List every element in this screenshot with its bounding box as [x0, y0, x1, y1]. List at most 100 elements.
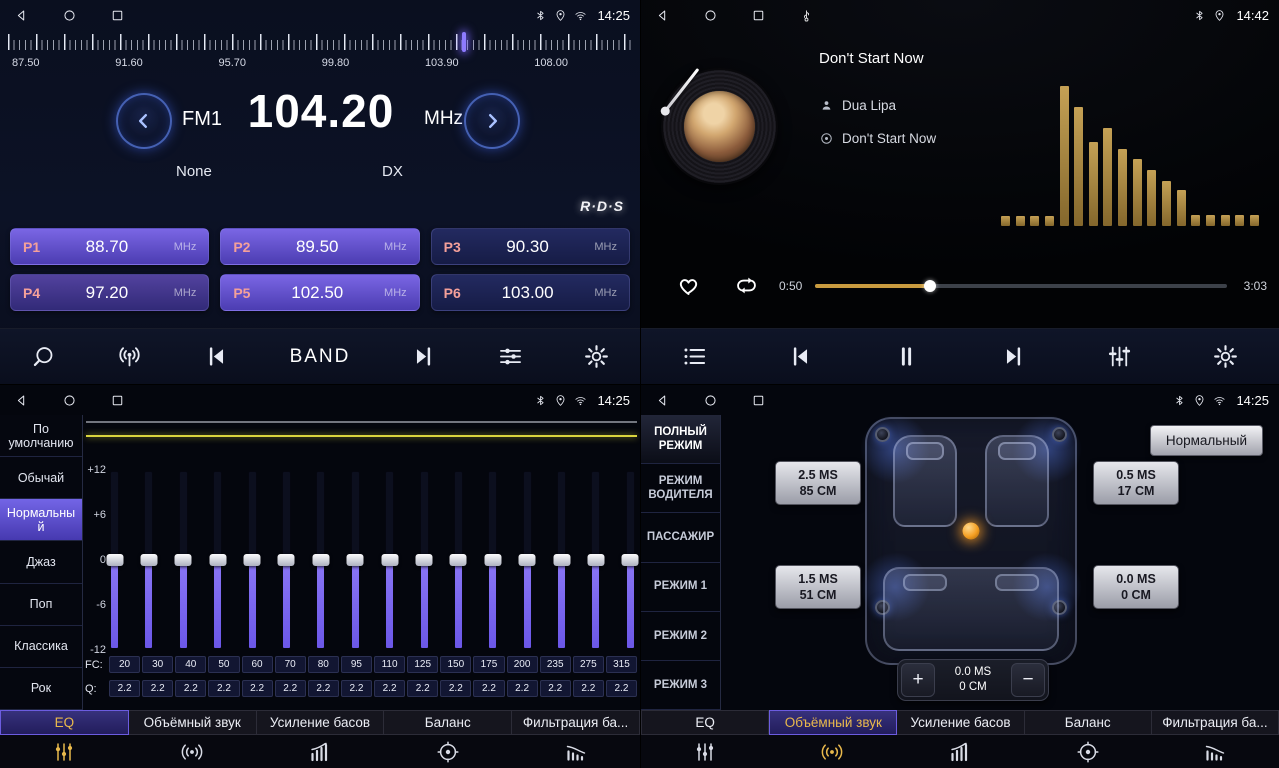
scan-button[interactable]: [30, 343, 57, 370]
eq-preset-item-4[interactable]: Поп: [0, 584, 82, 626]
seek-stations-button[interactable]: [116, 343, 143, 370]
rear-left-delay-button[interactable]: 1.5 MS51 CM: [775, 565, 861, 609]
repeat-button[interactable]: [733, 272, 760, 299]
preset-P2-button[interactable]: P289.50MHz: [220, 228, 419, 265]
tab-surround[interactable]: Объёмный звук: [129, 710, 257, 735]
soundfield-mode-4[interactable]: РЕЖИМ 2: [641, 612, 720, 661]
tab-bass[interactable]: Усиление басов: [257, 710, 385, 735]
tune-down-button[interactable]: [116, 93, 172, 149]
back-button[interactable]: [14, 8, 29, 23]
pause-button[interactable]: [893, 343, 920, 370]
settings-button[interactable]: [1212, 343, 1239, 370]
tab-eq[interactable]: EQ: [641, 710, 769, 735]
surround-tab-icon[interactable]: [769, 735, 897, 768]
playlist-button[interactable]: [681, 343, 708, 370]
tab-balance[interactable]: Баланс: [384, 710, 512, 735]
eq-slider-handle[interactable]: [175, 554, 192, 566]
eq-slider-handle[interactable]: [312, 554, 329, 566]
eq-slider-handle[interactable]: [244, 554, 261, 566]
band-button[interactable]: BAND: [290, 346, 351, 368]
eq-band-slider-20hz[interactable]: [110, 471, 119, 649]
preset-P6-button[interactable]: P6103.00MHz: [431, 274, 630, 311]
eq-band-slider-70hz[interactable]: [282, 471, 291, 649]
tab-surround[interactable]: Объёмный звук: [769, 710, 897, 735]
eq-band-slider-315hz[interactable]: [626, 471, 635, 649]
eq-preset-item-3[interactable]: Джаз: [0, 541, 82, 583]
back-button[interactable]: [655, 393, 670, 408]
recents-button[interactable]: [110, 393, 125, 408]
previous-track-button[interactable]: [787, 343, 814, 370]
next-station-button[interactable]: [410, 343, 437, 370]
back-button[interactable]: [14, 393, 29, 408]
home-button[interactable]: [62, 8, 77, 23]
eq-band-slider-125hz[interactable]: [420, 471, 429, 649]
eq-band-slider-235hz[interactable]: [557, 471, 566, 649]
balance-tab-icon[interactable]: [1024, 735, 1152, 768]
home-button[interactable]: [703, 393, 718, 408]
eq-slider-handle[interactable]: [519, 554, 536, 566]
tab-balance[interactable]: Баланс: [1025, 710, 1152, 735]
filter-tab-icon[interactable]: [1151, 735, 1279, 768]
filter-tab-icon[interactable]: [512, 735, 640, 768]
eq-slider-handle[interactable]: [622, 554, 639, 566]
tab-filter[interactable]: Фильтрация ба...: [512, 710, 640, 735]
soundfield-mode-2[interactable]: ПАССАЖИР: [641, 513, 720, 562]
home-button[interactable]: [703, 8, 718, 23]
soundfield-mode-3[interactable]: РЕЖИМ 1: [641, 563, 720, 612]
eq-band-slider-110hz[interactable]: [385, 471, 394, 649]
bass-tab-icon[interactable]: [896, 735, 1024, 768]
eq-tab-icon[interactable]: [641, 735, 769, 768]
eq-band-slider-80hz[interactable]: [316, 471, 325, 649]
eq-slider-handle[interactable]: [140, 554, 157, 566]
tab-eq[interactable]: EQ: [0, 710, 129, 735]
seek-bar[interactable]: [815, 284, 1227, 288]
delay-increase-button[interactable]: +: [901, 663, 935, 697]
eq-band-slider-275hz[interactable]: [591, 471, 600, 649]
recents-button[interactable]: [110, 8, 125, 23]
bass-tab-icon[interactable]: [256, 735, 384, 768]
eq-slider-handle[interactable]: [381, 554, 398, 566]
eq-preset-item-6[interactable]: Рок: [0, 668, 82, 710]
back-button[interactable]: [655, 8, 670, 23]
tab-filter[interactable]: Фильтрация ба...: [1152, 710, 1279, 735]
soundfield-mode-0[interactable]: ПОЛНЫЙ РЕЖИМ: [641, 415, 720, 464]
eq-slider-handle[interactable]: [278, 554, 295, 566]
soundfield-mode-1[interactable]: РЕЖИМ ВОДИТЕЛЯ: [641, 464, 720, 513]
eq-band-slider-200hz[interactable]: [523, 471, 532, 649]
recents-button[interactable]: [751, 393, 766, 408]
eq-band-slider-50hz[interactable]: [213, 471, 222, 649]
eq-band-slider-30hz[interactable]: [144, 471, 153, 649]
eq-slider-handle[interactable]: [106, 554, 123, 566]
settings-button[interactable]: [583, 343, 610, 370]
eq-preset-item-2[interactable]: Нормальный: [0, 499, 82, 541]
delay-decrease-button[interactable]: −: [1011, 663, 1045, 697]
preset-P5-button[interactable]: P5102.50MHz: [220, 274, 419, 311]
soundfield-preset-button[interactable]: Нормальный: [1150, 425, 1263, 456]
seek-bar-knob[interactable]: [924, 280, 936, 292]
eq-slider-handle[interactable]: [416, 554, 433, 566]
soundfield-mode-5[interactable]: РЕЖИМ 3: [641, 661, 720, 710]
audio-settings-button[interactable]: [497, 343, 524, 370]
eq-slider-handle[interactable]: [553, 554, 570, 566]
preset-P3-button[interactable]: P390.30MHz: [431, 228, 630, 265]
eq-band-slider-150hz[interactable]: [454, 471, 463, 649]
rear-right-delay-button[interactable]: 0.0 MS0 CM: [1093, 565, 1179, 609]
eq-band-slider-95hz[interactable]: [351, 471, 360, 649]
recents-button[interactable]: [751, 8, 766, 23]
equalizer-button[interactable]: [1106, 343, 1133, 370]
eq-slider-handle[interactable]: [209, 554, 226, 566]
eq-band-slider-60hz[interactable]: [248, 471, 257, 649]
frequency-scale[interactable]: 87.5091.6095.7099.80103.90108.00: [8, 32, 632, 80]
front-right-delay-button[interactable]: 0.5 MS17 CM: [1093, 461, 1179, 505]
balance-tab-icon[interactable]: [384, 735, 512, 768]
eq-preset-item-1[interactable]: Обычай: [0, 457, 82, 499]
preset-P1-button[interactable]: P188.70MHz: [10, 228, 209, 265]
listening-position-marker[interactable]: [963, 523, 980, 540]
tab-bass[interactable]: Усиление басов: [897, 710, 1024, 735]
eq-tab-icon[interactable]: [0, 735, 128, 768]
tune-up-button[interactable]: [464, 93, 520, 149]
eq-band-slider-40hz[interactable]: [179, 471, 188, 649]
front-left-delay-button[interactable]: 2.5 MS85 CM: [775, 461, 861, 505]
next-track-button[interactable]: [1000, 343, 1027, 370]
eq-slider-handle[interactable]: [450, 554, 467, 566]
